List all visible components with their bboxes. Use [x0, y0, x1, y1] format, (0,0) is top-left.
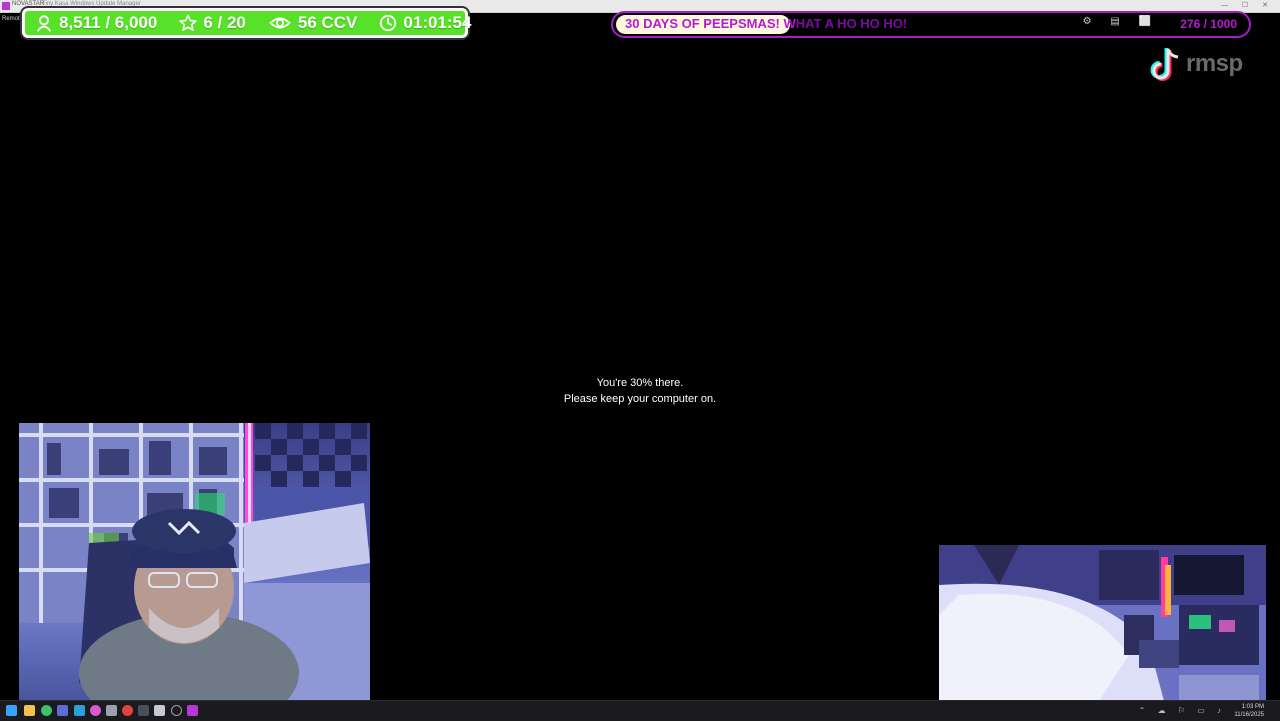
- chrome-icon[interactable]: [41, 705, 52, 716]
- tiktok-handle: rmsp: [1186, 50, 1243, 77]
- event-banner: 30 DAYS OF PEEPSMAS! WHAT A HO HO HO! ⚙ …: [611, 11, 1251, 38]
- webcam-scene-image: [19, 423, 370, 700]
- discord-icon[interactable]: [57, 705, 68, 716]
- uptime-stat: 01:01:54: [379, 13, 471, 33]
- eye-icon: [269, 17, 291, 29]
- stream-stats-bar: 8,511 / 6,000 6 / 20 56 CCV 01:01:54: [22, 8, 471, 38]
- file-explorer-icon[interactable]: [24, 705, 35, 716]
- obs-icon[interactable]: [90, 705, 101, 716]
- clock-time: 1:03 PM: [1241, 704, 1264, 710]
- room-camera-image: [939, 545, 1266, 701]
- followers-stat: 8,511 / 6,000: [35, 13, 157, 33]
- viewers-stat: 56 CCV: [268, 13, 358, 33]
- clock-date: 11/16/2025: [1234, 712, 1264, 718]
- overlay-toolbar-icons[interactable]: ⚙ ▤ ⬜: [1083, 16, 1159, 27]
- user-icon: [36, 15, 52, 32]
- notepad-icon[interactable]: [154, 705, 165, 716]
- star-icon: [179, 14, 198, 32]
- goals-stat: 6 / 20: [179, 13, 246, 33]
- tiktok-logo-icon: [1150, 48, 1179, 81]
- app-name: NOVASTAR: [12, 1, 45, 7]
- banner-counter: 276 / 1000: [1180, 17, 1237, 31]
- settings-icon[interactable]: [106, 705, 117, 716]
- banner-text-end: HAT A HO HO HO!: [795, 16, 908, 31]
- window-controls[interactable]: — ☐ ✕: [1221, 1, 1274, 9]
- goals-value: 6 / 20: [203, 13, 246, 32]
- media-icon[interactable]: [122, 705, 133, 716]
- update-progress-message: You're 30% there. Please keep your compu…: [540, 375, 740, 407]
- clock-icon: [380, 14, 397, 32]
- viewers-value: 56 CCV: [297, 13, 358, 32]
- banner-text-start: 30 DAYS OF PEEPSMAS! W: [625, 16, 796, 31]
- update-percent-text: You're 30% there.: [596, 377, 684, 389]
- system-tray-icons[interactable]: ⌃ ☁ ⚐ ▭ ♪: [1139, 706, 1226, 715]
- uptime-value: 01:01:54: [403, 13, 472, 32]
- webcam-feed-main: [19, 423, 370, 700]
- windows-taskbar: ⌃ ☁ ⚐ ▭ ♪ 1:03 PM 11/16/2025: [0, 700, 1280, 721]
- system-clock[interactable]: 1:03 PM 11/16/2025: [1234, 703, 1264, 719]
- terminal-icon[interactable]: [138, 705, 149, 716]
- tiktok-watermark: rmsp: [1148, 46, 1268, 86]
- app-logo-icon: [2, 2, 10, 10]
- active-app-icon[interactable]: [187, 705, 198, 716]
- circle-app-icon[interactable]: [171, 705, 182, 716]
- window-title: Tiny Kasa Windows Update Manager: [42, 1, 141, 7]
- followers-value: 8,511 / 6,000: [59, 13, 158, 32]
- app-icon[interactable]: [74, 705, 85, 716]
- start-menu-icon[interactable]: [6, 705, 17, 716]
- banner-text: 30 DAYS OF PEEPSMAS! WHAT A HO HO HO!: [625, 16, 907, 31]
- update-instruction-text: Please keep your computer on.: [563, 393, 717, 405]
- webcam-feed-room: [939, 545, 1266, 701]
